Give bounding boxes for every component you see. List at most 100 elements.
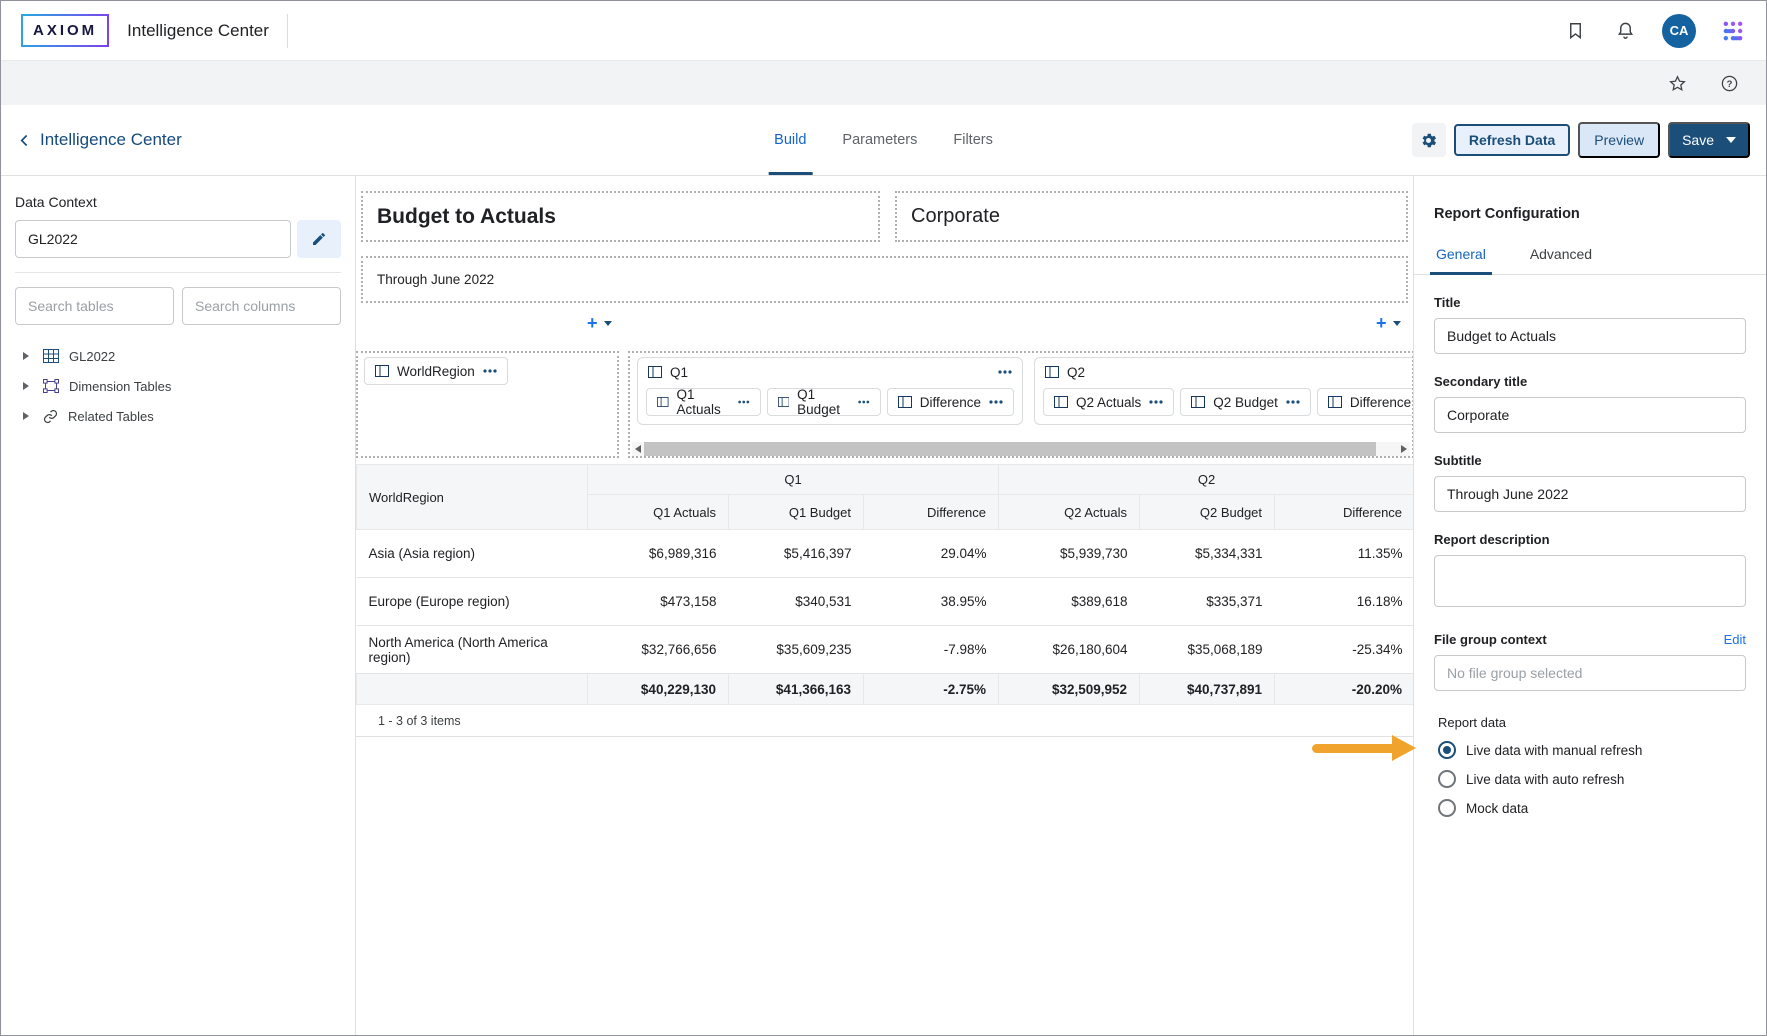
chip-q2-difference[interactable]: Difference (1317, 388, 1413, 416)
tree-item-gl2022[interactable]: GL2022 (15, 341, 341, 371)
row-label: North America (North America region) (357, 626, 588, 674)
report-subtitle-block[interactable]: Through June 2022 (361, 256, 1408, 303)
save-button[interactable]: Save (1668, 122, 1750, 158)
refresh-data-button[interactable]: Refresh Data (1454, 124, 1570, 156)
tab-general[interactable]: General (1434, 238, 1488, 274)
favorite-star-icon[interactable] (1664, 70, 1690, 96)
menu-dots-icon[interactable] (483, 369, 497, 373)
chip-worldregion[interactable]: WorldRegion (364, 357, 508, 385)
topbar-divider (287, 14, 288, 48)
report-canvas: Budget to Actuals Corporate Through June… (356, 176, 1413, 1035)
menu-dots-icon[interactable] (738, 400, 750, 404)
cell-value: $35,068,189 (1140, 626, 1275, 674)
page-toolbar: Intelligence Center Build Parameters Fil… (1, 105, 1766, 175)
chip-label: Difference (920, 395, 981, 410)
tab-parameters[interactable]: Parameters (840, 105, 919, 175)
column-group-q1[interactable]: Q1 Q1 Actuals Q1 Budget (637, 357, 1023, 425)
menu-dots-icon[interactable] (998, 370, 1012, 374)
chevron-down-icon (604, 321, 612, 326)
data-context-input[interactable] (15, 220, 291, 258)
column-group-q2[interactable]: Q2 Q2 Actuals Q2 Budget (1034, 357, 1413, 425)
total-value: $41,366,163 (729, 674, 864, 705)
add-row-group-button[interactable]: + (587, 314, 612, 332)
logo-text: AXIOM (33, 22, 97, 39)
chip-q2-actuals[interactable]: Q2 Actuals (1043, 388, 1174, 416)
axiom-logo[interactable]: AXIOM (21, 14, 109, 47)
radio-live-auto-refresh[interactable]: Live data with auto refresh (1438, 770, 1746, 788)
table-column-header: Q1 Actuals (588, 495, 729, 530)
chip-q1-actuals[interactable]: Q1 Actuals (646, 388, 761, 416)
caret-right-icon[interactable] (23, 382, 29, 390)
scrollbar-thumb[interactable] (644, 442, 1376, 456)
plus-icon: + (587, 314, 598, 332)
tab-filters[interactable]: Filters (951, 105, 994, 175)
report-secondary-title-block[interactable]: Corporate (895, 191, 1408, 242)
total-value: $32,509,952 (999, 674, 1140, 705)
caret-right-icon[interactable] (23, 352, 29, 360)
file-group-context-field[interactable] (1434, 655, 1746, 691)
app-root: AXIOM Intelligence Center CA (0, 0, 1767, 1036)
save-dropdown-caret-icon[interactable] (1726, 137, 1736, 143)
report-configuration-panel: Report Configuration General Advanced Ti… (1413, 176, 1766, 1035)
top-bar: AXIOM Intelligence Center CA (1, 1, 1766, 61)
cell-value: $26,180,604 (999, 626, 1140, 674)
cell-value: 38.95% (864, 578, 999, 626)
chip-label: Q1 Actuals (677, 387, 731, 417)
search-columns-input[interactable] (182, 287, 341, 325)
chip-q2-budget[interactable]: Q2 Budget (1180, 388, 1311, 416)
preview-button[interactable]: Preview (1578, 122, 1660, 158)
apps-grid-icon[interactable] (1720, 18, 1746, 44)
settings-gear-button[interactable] (1412, 123, 1446, 157)
table-column-header: Difference (1275, 495, 1413, 530)
chevron-left-icon (17, 133, 32, 148)
column-group-header[interactable]: Q1 (638, 358, 1022, 386)
tab-build[interactable]: Build (772, 105, 808, 175)
menu-dots-icon[interactable] (1149, 400, 1163, 404)
config-tabs: General Advanced (1414, 238, 1766, 275)
radio-unselected-icon[interactable] (1438, 799, 1456, 817)
table-row: North America (North America region) $32… (357, 626, 1414, 674)
menu-dots-icon[interactable] (989, 400, 1003, 404)
edit-data-context-button[interactable] (297, 220, 341, 258)
avatar[interactable]: CA (1662, 14, 1696, 48)
chip-q1-difference[interactable]: Difference (887, 388, 1014, 416)
scroll-left-arrow-icon[interactable] (635, 445, 641, 453)
notifications-bell-icon[interactable] (1612, 18, 1638, 44)
search-tables-input[interactable] (15, 287, 174, 325)
column-group-label: Q1 (670, 365, 688, 380)
total-row-label (357, 674, 588, 705)
column-icon (1191, 396, 1205, 408)
tab-advanced[interactable]: Advanced (1528, 238, 1594, 274)
tree-item-label: Related Tables (68, 409, 154, 424)
title-field[interactable] (1434, 318, 1746, 354)
back-link[interactable]: Intelligence Center (17, 130, 182, 150)
data-context-label: Data Context (15, 194, 341, 210)
menu-dots-icon[interactable] (1286, 400, 1300, 404)
tree-item-related-tables[interactable]: Related Tables (15, 401, 341, 431)
file-group-edit-link[interactable]: Edit (1724, 632, 1746, 647)
radio-live-manual-refresh[interactable]: Live data with manual refresh (1438, 741, 1746, 759)
caret-right-icon[interactable] (23, 412, 29, 420)
subtitle-field[interactable] (1434, 476, 1746, 512)
tree-item-dimension-tables[interactable]: Dimension Tables (15, 371, 341, 401)
secondary-title-field[interactable] (1434, 397, 1746, 433)
report-description-field[interactable] (1434, 555, 1746, 607)
add-column-group-button[interactable]: + (1376, 314, 1401, 332)
chip-label: Difference (1350, 395, 1411, 410)
table-column-header: Difference (864, 495, 999, 530)
radio-selected-icon[interactable] (1438, 741, 1456, 759)
horizontal-scrollbar[interactable] (632, 442, 1410, 456)
scroll-right-arrow-icon[interactable] (1401, 445, 1407, 453)
bookmark-icon[interactable] (1562, 18, 1588, 44)
pencil-icon (311, 231, 327, 247)
tree-item-label: Dimension Tables (69, 379, 171, 394)
menu-dots-icon[interactable] (858, 400, 870, 404)
chip-label: Q1 Budget (797, 387, 850, 417)
radio-unselected-icon[interactable] (1438, 770, 1456, 788)
report-title-block[interactable]: Budget to Actuals (361, 191, 880, 242)
radio-mock-data[interactable]: Mock data (1438, 799, 1746, 817)
chip-q1-budget[interactable]: Q1 Budget (767, 388, 881, 416)
help-icon[interactable]: ? (1716, 70, 1742, 96)
column-group-header[interactable]: Q2 (1035, 358, 1413, 386)
column-groups-zone: Q1 Q1 Actuals Q1 Budget (628, 351, 1413, 458)
